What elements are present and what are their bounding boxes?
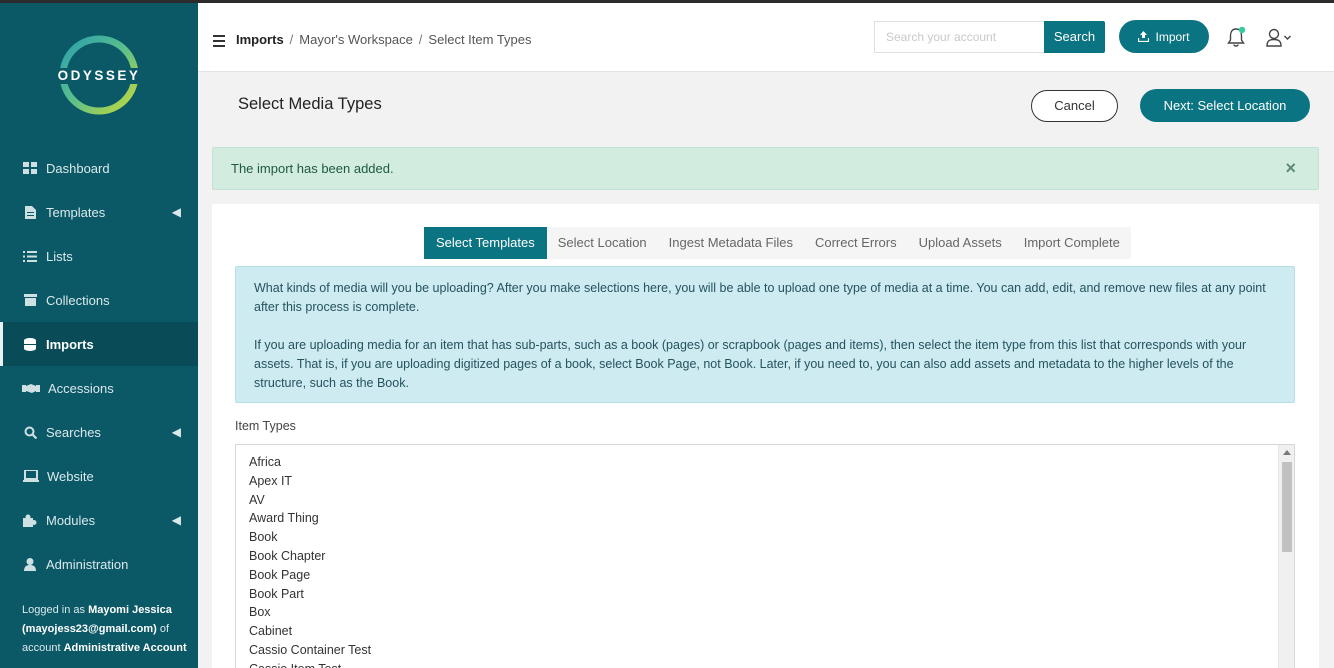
success-alert: The import has been added. ×	[212, 147, 1319, 190]
sidebar-item-label: Lists	[46, 248, 73, 264]
handshake-icon	[22, 381, 40, 395]
sidebar-item-label: Templates	[46, 204, 106, 220]
sidebar-item-label: Dashboard	[46, 160, 110, 176]
step-ingest-metadata-files[interactable]: Ingest Metadata Files	[658, 227, 804, 259]
import-button-label: Import	[1155, 29, 1190, 44]
import-steps: Select Templates Select Location Ingest …	[424, 227, 1131, 259]
logo-text: ODYSSEY	[57, 68, 141, 84]
top-header: Imports / Mayor's Workspace / Select Item Ty…	[198, 3, 1334, 72]
sidebar-item-label: Collections	[46, 292, 110, 308]
sidebar-item-label: Searches	[46, 424, 101, 440]
alert-message: The import has been added.	[231, 161, 394, 176]
list-item[interactable]: Africa	[249, 453, 1294, 472]
logged-in-user-name: Mayomi Jessica	[88, 604, 172, 616]
import-card: Select Templates Select Location Ingest …	[212, 204, 1319, 668]
archive-icon	[22, 293, 38, 307]
list-item[interactable]: Box	[249, 603, 1294, 622]
step-correct-errors[interactable]: Correct Errors	[804, 227, 908, 259]
list-item[interactable]: Book Page	[249, 566, 1294, 585]
list-item[interactable]: Cabinet	[249, 622, 1294, 641]
file-icon	[22, 205, 38, 219]
step-select-location[interactable]: Select Location	[547, 227, 658, 259]
list-item[interactable]: Book	[249, 528, 1294, 547]
info-paragraph-1: What kinds of media will you be uploadin…	[254, 281, 1266, 314]
logged-in-user-email: (mayojess23@gmail.com)	[22, 623, 157, 635]
puzzle-icon	[22, 513, 38, 527]
breadcrumb-separator: /	[289, 32, 294, 47]
sidebar-item-lists[interactable]: Lists	[0, 234, 198, 278]
logged-in-account-name: Administrative Account	[63, 642, 187, 654]
info-paragraph-2: If you are uploading media for an item t…	[254, 338, 1247, 390]
scroll-up-arrow-icon[interactable]	[1283, 450, 1291, 455]
step-upload-assets[interactable]: Upload Assets	[908, 227, 1013, 259]
list-item[interactable]: Cassio Item Test	[249, 660, 1294, 668]
import-button[interactable]: Import	[1119, 20, 1209, 53]
sidebar-item-label: Accessions	[48, 380, 114, 396]
user-icon	[22, 557, 38, 571]
search-icon	[22, 425, 38, 439]
sidebar-item-label: Administration	[46, 556, 129, 572]
step-import-complete[interactable]: Import Complete	[1013, 227, 1131, 259]
sidebar-item-searches[interactable]: Searches ◀	[0, 410, 198, 454]
close-icon[interactable]: ×	[1285, 158, 1296, 178]
list-item[interactable]: AV	[249, 491, 1294, 510]
laptop-icon	[22, 469, 39, 483]
list-icon	[22, 249, 38, 263]
sidebar-item-collections[interactable]: Collections	[0, 278, 198, 322]
odyssey-logo[interactable]: ODYSSEY	[57, 33, 141, 118]
info-box: What kinds of media will you be uploadin…	[235, 266, 1295, 403]
step-select-templates[interactable]: Select Templates	[424, 227, 547, 259]
list-item[interactable]: Cassio Container Test	[249, 641, 1294, 660]
listbox-scrollbar[interactable]	[1278, 445, 1294, 668]
breadcrumb-workspace[interactable]: Mayor's Workspace	[299, 32, 413, 47]
breadcrumb-separator: /	[418, 32, 423, 47]
sidebar-item-accessions[interactable]: Accessions	[0, 366, 198, 410]
search-input[interactable]	[874, 21, 1045, 53]
sidebar-item-imports[interactable]: Imports	[0, 322, 198, 366]
dashboard-icon	[22, 161, 38, 175]
sidebar-item-label: Website	[47, 468, 94, 484]
cancel-button[interactable]: Cancel	[1031, 90, 1118, 122]
search-button[interactable]: Search	[1044, 21, 1105, 53]
sidebar-item-label: Modules	[46, 512, 96, 528]
user-menu[interactable]	[1266, 28, 1298, 48]
chevron-left-icon: ◀	[171, 513, 181, 527]
list-item[interactable]: Book Chapter	[249, 547, 1294, 566]
chevron-left-icon: ◀	[171, 205, 181, 219]
next-select-location-button[interactable]: Next: Select Location	[1140, 89, 1310, 122]
item-types-label: Item Types	[235, 419, 296, 433]
sidebar-item-label: Imports	[46, 336, 94, 352]
notification-bell-icon[interactable]	[1226, 26, 1246, 48]
sidebar: ODYSSEY Dashboard Templates ◀ Lists Coll…	[0, 3, 198, 668]
sidebar-item-website[interactable]: Website	[0, 454, 198, 498]
database-icon	[22, 337, 38, 351]
user-avatar-icon	[1266, 28, 1291, 47]
page-subheader: Select Media Types Cancel Next: Select L…	[198, 73, 1334, 139]
menu-toggle-icon[interactable]	[213, 35, 225, 50]
window-top-border	[0, 0, 1334, 3]
breadcrumb: Imports / Mayor's Workspace / Select Item Ty…	[236, 32, 532, 47]
logged-in-info: Logged in as Mayomi Jessica (mayojess23@…	[22, 601, 187, 658]
sidebar-nav: Dashboard Templates ◀ Lists Collections	[0, 146, 198, 586]
sidebar-item-modules[interactable]: Modules ◀	[0, 498, 198, 542]
scrollbar-thumb[interactable]	[1282, 462, 1292, 552]
breadcrumb-imports[interactable]: Imports	[236, 32, 284, 47]
item-types-listbox[interactable]: Africa Apex IT AV Award Thing Book Book …	[235, 444, 1295, 668]
sidebar-item-templates[interactable]: Templates ◀	[0, 190, 198, 234]
page-title: Select Media Types	[238, 95, 382, 113]
breadcrumb-current: Select Item Types	[428, 32, 532, 47]
upload-icon	[1138, 31, 1150, 42]
chevron-left-icon: ◀	[171, 425, 181, 439]
list-item[interactable]: Book Part	[249, 585, 1294, 604]
sidebar-item-dashboard[interactable]: Dashboard	[0, 146, 198, 190]
list-item[interactable]: Apex IT	[249, 472, 1294, 491]
list-item[interactable]: Award Thing	[249, 509, 1294, 528]
logged-in-prefix: Logged in as	[22, 604, 85, 616]
sidebar-item-administration[interactable]: Administration	[0, 542, 198, 586]
